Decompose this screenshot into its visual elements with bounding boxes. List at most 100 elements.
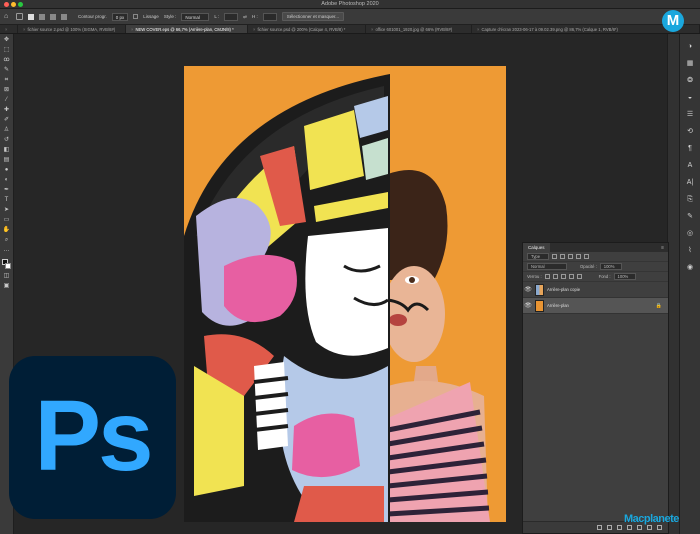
tab-label: fichier source 2.psd @ 100% (SIGMA, RVB/… [27,27,116,32]
style-select[interactable]: Normal [181,12,210,21]
new-selection-icon[interactable] [28,13,34,20]
background-color-swatch[interactable] [4,263,11,269]
filter-pixel-icon[interactable] [552,254,557,259]
eraser-tool-icon[interactable]: ◧ [3,147,11,154]
panel-menu-icon[interactable]: ≡ [661,245,664,251]
layers-panel-icon[interactable]: ◉ [686,263,695,272]
visibility-eye-icon[interactable]: 👁 [523,302,533,309]
learn-panel-icon[interactable]: ❂ [686,76,695,85]
fill-input[interactable]: 100% [613,273,636,280]
select-and-mask-button[interactable]: Sélectionner et masquer... [281,12,344,21]
shape-tool-icon[interactable]: ▭ [3,217,11,224]
tab-4[interactable]: × office 601001_1920.jpg @ 66% (RVB/8#) [366,25,472,33]
screen-mode-icon[interactable]: ▣ [3,283,11,290]
filter-shape-icon[interactable] [576,254,581,259]
style-label: Style : [163,14,177,19]
close-tab-icon[interactable]: × [371,27,373,32]
swap-icon[interactable]: ⇄ [243,14,247,20]
close-tab-icon[interactable]: × [131,27,133,32]
adjustments-panel-icon[interactable]: ◒ [686,93,695,102]
intersect-selection-icon[interactable] [61,13,67,20]
eyedropper-tool-icon[interactable]: ⁄ [3,97,11,104]
dodge-tool-icon[interactable]: ◐ [3,177,11,184]
layer-row[interactable]: 👁 Arrière-plan copie [523,282,668,298]
height-input[interactable] [262,12,277,21]
color-swatches[interactable] [1,259,12,270]
filter-adjustment-icon[interactable] [560,254,565,259]
layer-thumbnail [535,283,544,296]
layer-name[interactable]: Arrière-plan copie [547,287,580,292]
link-layers-icon[interactable] [597,525,602,530]
close-tab-icon[interactable]: × [23,27,25,32]
frame-tool-icon[interactable]: ⊠ [3,87,11,94]
new-group-icon[interactable] [637,525,642,530]
kind-filter-select[interactable]: Type [527,253,549,260]
close-tab-icon[interactable]: × [253,27,255,32]
tab-label: Capture d'écran 2023-06-17 à 09.02.39.pn… [481,27,618,32]
blur-tool-icon[interactable]: ● [3,167,11,174]
zoom-tool-icon[interactable]: ⌕ [3,237,11,244]
color-panel-icon[interactable]: ◑ [686,42,695,51]
adjustment-layer-icon[interactable] [627,525,632,530]
brush-tool-icon[interactable]: ✐ [3,117,11,124]
properties-panel-icon[interactable]: ☰ [686,110,695,119]
marquee-tool-preset-icon[interactable] [16,13,23,20]
subtract-selection-icon[interactable] [50,13,56,20]
lock-image-icon[interactable] [552,274,558,279]
close-tab-icon[interactable]: × [5,27,7,32]
pen-tool-icon[interactable]: ✒ [3,187,11,194]
tab-2[interactable]: × NEW COVER.eps @ 66,7% (Arrière-plan, CM… [126,25,248,33]
marquee-tool-icon[interactable]: ⬚ [3,47,11,54]
libraries-panel-icon[interactable]: ⎘ [686,195,695,204]
paragraph-panel-icon[interactable]: ¶ [686,144,695,153]
layer-row[interactable]: 👁 Arrière-plan 🔒 [523,298,668,314]
add-mask-icon[interactable] [617,525,622,530]
filter-type-icon[interactable] [568,254,573,259]
history-panel-icon[interactable]: ⟲ [686,127,695,136]
more-tools-icon[interactable]: … [3,247,11,254]
character-panel-icon[interactable]: A| [686,178,695,187]
move-tool-icon[interactable]: ✥ [3,37,11,44]
document-canvas[interactable] [184,66,506,522]
layer-style-icon[interactable] [607,525,612,530]
channels-panel-icon[interactable]: ◎ [686,229,695,238]
width-input[interactable] [224,12,239,21]
quick-select-tool-icon[interactable]: ✎ [3,67,11,74]
swatches-panel-icon[interactable]: ▦ [686,59,695,68]
paths-panel-icon[interactable]: ⌇ [686,246,695,255]
history-brush-tool-icon[interactable]: ↺ [3,137,11,144]
opacity-input[interactable]: 100% [599,263,622,270]
tab-0[interactable]: × [0,25,18,33]
layer-name[interactable]: Arrière-plan [547,303,569,308]
type-tool-icon[interactable]: T [3,197,11,204]
crop-tool-icon[interactable]: ⌗ [3,77,11,84]
feather-input[interactable]: 0 px [111,12,129,21]
lasso-tool-icon[interactable]: ꝏ [3,57,11,64]
panel-icons-strip: ◑ ▦ ❂ ◒ ☰ ⟲ ¶ A A| ⎘ ✎ ◎ ⌇ ◉ [679,34,700,534]
visibility-eye-icon[interactable]: 👁 [523,286,533,293]
tab-3[interactable]: × fichier source.psd @ 200% (Calque 4, RV… [248,25,366,33]
healing-tool-icon[interactable]: ✚ [3,107,11,114]
add-selection-icon[interactable] [39,13,45,20]
antialias-checkbox[interactable] [133,14,139,19]
layers-tab[interactable]: Calques [523,243,550,252]
close-tab-icon[interactable]: × [477,27,479,32]
new-layer-icon[interactable] [647,525,652,530]
stamp-tool-icon[interactable]: ♙ [3,127,11,134]
tab-label: fichier source.psd @ 200% (Calque 4, RVB… [257,27,346,32]
gradient-tool-icon[interactable]: ▤ [3,157,11,164]
brush-settings-icon[interactable]: ✎ [686,212,695,221]
glyphs-panel-icon[interactable]: A [686,161,695,170]
lock-position-icon[interactable] [560,274,566,279]
quick-mask-icon[interactable]: ◫ [3,273,11,280]
lock-transparent-icon[interactable] [544,274,550,279]
filter-smart-object-icon[interactable] [584,254,589,259]
delete-layer-icon[interactable] [657,525,662,530]
path-select-tool-icon[interactable]: ➤ [3,207,11,214]
blend-mode-select[interactable]: Normal [527,263,567,270]
lock-all-icon[interactable] [576,274,582,279]
tab-1[interactable]: × fichier source 2.psd @ 100% (SIGMA, RVB… [18,25,126,33]
home-icon[interactable]: ⌂ [4,13,11,20]
lock-artboard-icon[interactable] [568,274,574,279]
hand-tool-icon[interactable]: ✋ [3,227,11,234]
